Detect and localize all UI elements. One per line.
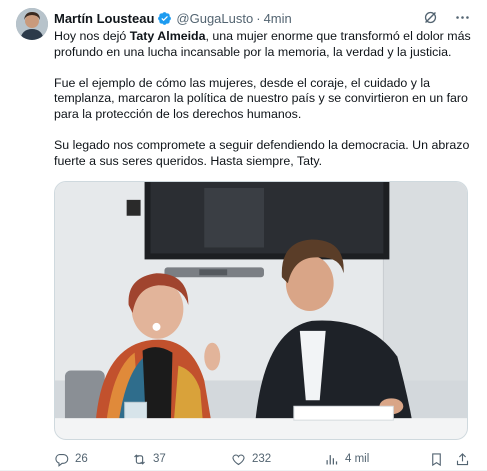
views-count: 4 mil: [345, 453, 370, 465]
bookmark-icon: [432, 452, 441, 466]
more-icon[interactable]: [453, 8, 471, 26]
views-icon: [326, 454, 338, 464]
verified-badge-icon: [157, 11, 172, 26]
timestamp[interactable]: 4min: [264, 11, 292, 26]
like-button[interactable]: 232: [231, 452, 271, 467]
tweet[interactable]: Martín Lousteau @GugaLusto · 4min Hoy no…: [0, 0, 487, 471]
avatar[interactable]: [16, 8, 48, 40]
repost-count: 37: [153, 453, 166, 465]
bookmark-button[interactable]: [429, 452, 444, 467]
reply-count: 26: [75, 453, 88, 465]
tweet-paragraph-3: Su legado nos compromete a seguir defend…: [54, 138, 470, 168]
separator-dot: ·: [256, 10, 261, 26]
views-button[interactable]: 4 mil: [324, 452, 369, 467]
reply-icon: [55, 453, 69, 467]
reply-button[interactable]: 26: [54, 452, 88, 467]
tweet-text: Hoy nos dejó Taty Almeida, una mujer eno…: [54, 29, 474, 169]
share-icon: [456, 452, 469, 465]
like-count: 232: [252, 453, 272, 465]
author-handle[interactable]: @GugaLusto: [176, 11, 253, 26]
heart-icon: [232, 453, 245, 465]
tweet-paragraph-2: Fue el ejemplo de cómo las mujeres, desd…: [54, 75, 468, 121]
author-name[interactable]: Martín Lousteau: [54, 11, 154, 26]
tweet-paragraph-1: Hoy nos dejó Taty Almeida, una mujer eno…: [54, 29, 471, 59]
tweet-actions: 26 37 232 4 mil: [54, 450, 470, 468]
tweet-header: Martín Lousteau @GugaLusto · 4min: [54, 9, 471, 27]
repost-button[interactable]: 37: [132, 452, 166, 467]
highlight-name: Taty Almeida: [129, 29, 206, 43]
repost-icon: [134, 453, 145, 465]
tweet-photo[interactable]: [54, 181, 468, 440]
grok-icon[interactable]: [421, 8, 439, 26]
share-button[interactable]: [455, 452, 470, 467]
